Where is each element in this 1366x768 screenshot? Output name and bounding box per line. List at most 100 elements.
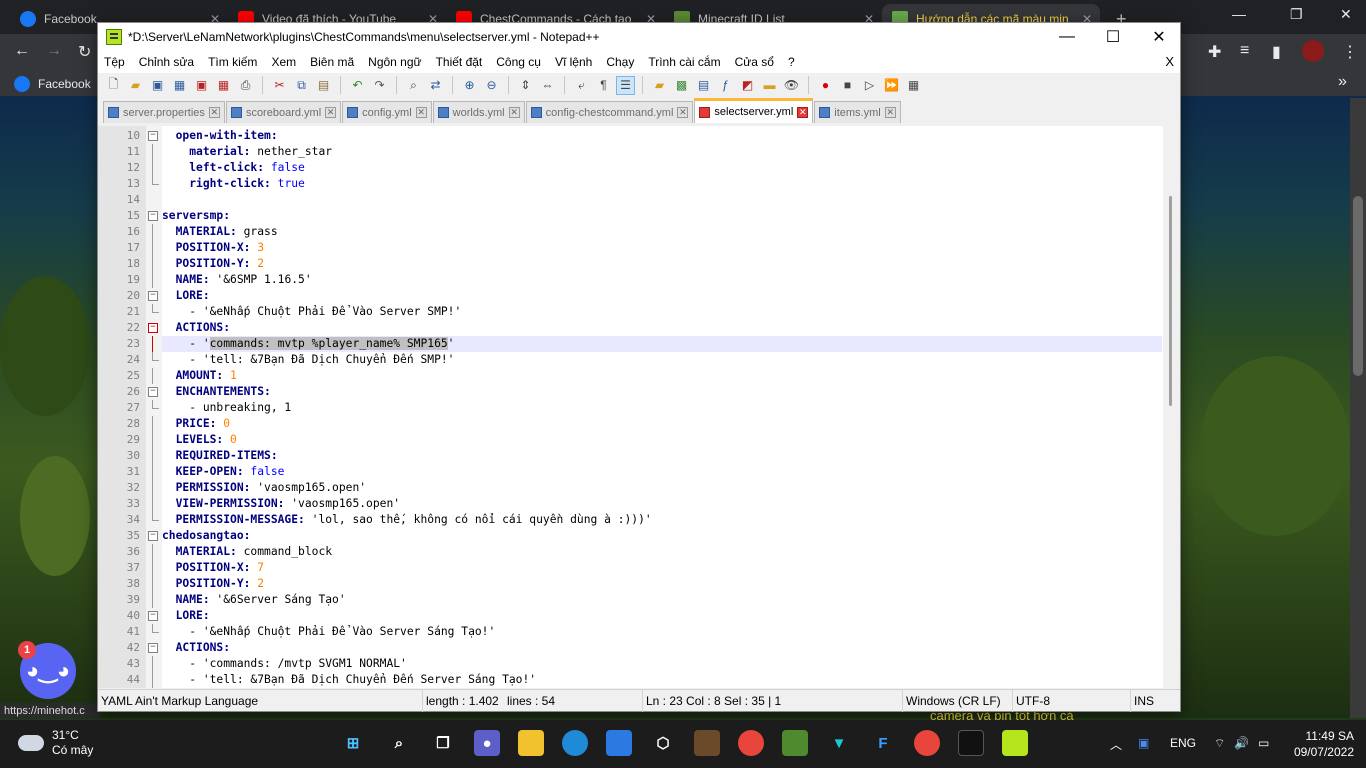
- close-button[interactable]: ✕: [1136, 23, 1182, 51]
- redo-icon[interactable]: ↷: [370, 76, 389, 95]
- close-tab-icon[interactable]: ✕: [325, 107, 337, 118]
- copy-icon[interactable]: ⧉: [292, 76, 311, 95]
- reload-icon[interactable]: ↻: [78, 42, 91, 62]
- menu-file[interactable]: Tệp: [98, 55, 133, 69]
- function-list-icon[interactable]: ƒ: [716, 76, 735, 95]
- save-all-icon[interactable]: ▦: [170, 76, 189, 95]
- edge-icon[interactable]: [562, 730, 588, 756]
- code-line[interactable]: 31 KEEP-OPEN: false: [127, 464, 1162, 480]
- find-icon[interactable]: ⌕: [404, 76, 423, 95]
- save-macro-icon[interactable]: ▦: [904, 76, 923, 95]
- code-line[interactable]: 44 - 'tell: &7Bạn Đã Dịch Chuyển Đến Ser…: [127, 672, 1162, 688]
- code-line[interactable]: 32 PERMISSION: 'vaosmp165.open': [127, 480, 1162, 496]
- zoom-in-icon[interactable]: ⊕: [460, 76, 479, 95]
- code-line[interactable]: 30 REQUIRED-ITEMS:: [127, 448, 1162, 464]
- close-icon[interactable]: ▣: [192, 76, 211, 95]
- chrome-profile-icon[interactable]: [914, 730, 940, 756]
- close-tab-icon[interactable]: ✕: [677, 107, 689, 118]
- print-icon[interactable]: ⎙: [236, 76, 255, 95]
- run-macro-multiple-icon[interactable]: ⏩: [882, 76, 901, 95]
- vpn-icon[interactable]: ▼: [826, 730, 852, 756]
- folder-workspace-icon[interactable]: ◩: [738, 76, 757, 95]
- menu-language[interactable]: Ngôn ngữ: [362, 55, 429, 69]
- clock[interactable]: 11:49 SA 09/07/2022: [1294, 728, 1354, 760]
- stop-recording-icon[interactable]: ■: [838, 76, 857, 95]
- code-line[interactable]: 21 - '&eNhấp Chuột Phải Để Vào Server SM…: [127, 304, 1162, 320]
- fold-toggle-icon[interactable]: −: [148, 323, 158, 333]
- code-line[interactable]: 17 POSITION-X: 3: [127, 240, 1162, 256]
- code-line[interactable]: 10− open-with-item:: [127, 128, 1162, 144]
- sync-horizontal-icon[interactable]: ⇔: [538, 76, 557, 95]
- code-line[interactable]: 18 POSITION-Y: 2: [127, 256, 1162, 272]
- document-list-icon[interactable]: ▤: [694, 76, 713, 95]
- teams-chat-icon[interactable]: ●: [474, 730, 500, 756]
- code-line[interactable]: 33 VIEW-PERMISSION: 'vaosmp165.open': [127, 496, 1162, 512]
- close-all-icon[interactable]: ▦: [214, 76, 233, 95]
- document-tab[interactable]: items.yml ✕: [814, 101, 901, 123]
- code-line[interactable]: 40− LORE:: [127, 608, 1162, 624]
- minimize-icon[interactable]: —: [1232, 6, 1246, 22]
- document-tab[interactable]: scoreboard.yml ✕: [225, 101, 342, 123]
- terminal-icon[interactable]: [958, 730, 984, 756]
- f-app-icon[interactable]: F: [870, 730, 896, 756]
- volume-icon[interactable]: 🔊: [1234, 736, 1249, 750]
- code-line[interactable]: 28 PRICE: 0: [127, 416, 1162, 432]
- code-line[interactable]: 35− chedosangtao:: [127, 528, 1162, 544]
- code-line[interactable]: 36 MATERIAL: command_block: [127, 544, 1162, 560]
- back-icon[interactable]: ←: [14, 42, 30, 60]
- fold-toggle-icon[interactable]: −: [148, 387, 158, 397]
- file-explorer-icon[interactable]: [518, 730, 544, 756]
- menu-search[interactable]: Tìm kiếm: [202, 55, 265, 69]
- media-icon[interactable]: ≡: [1240, 42, 1249, 60]
- scrollbar-thumb[interactable]: [1169, 196, 1172, 406]
- zoom-out-icon[interactable]: ⊖: [482, 76, 501, 95]
- show-all-chars-icon[interactable]: ¶: [594, 76, 613, 95]
- code-line[interactable]: 15− serversmp:: [127, 208, 1162, 224]
- fold-toggle-icon[interactable]: −: [148, 611, 158, 621]
- code-line[interactable]: 27 - unbreaking, 1: [127, 400, 1162, 416]
- fold-toggle-icon[interactable]: −: [148, 643, 158, 653]
- code-line[interactable]: 42− ACTIONS:: [127, 640, 1162, 656]
- fold-toggle-icon[interactable]: −: [148, 531, 158, 541]
- code-line[interactable]: 43 - 'commands: /mvtp SVGM1 NORMAL': [127, 656, 1162, 672]
- weather-widget[interactable]: 31°C Có mây: [18, 728, 93, 758]
- user-defined-language-icon[interactable]: ▰: [650, 76, 669, 95]
- code-line[interactable]: 13 right-click: true: [127, 176, 1162, 192]
- document-tab-active[interactable]: selectserver.yml ✕: [694, 98, 814, 123]
- extensions-icon[interactable]: ✚: [1208, 42, 1221, 62]
- close-tab-icon[interactable]: ✕: [884, 107, 896, 118]
- code-line[interactable]: 41 - '&eNhấp Chuột Phải Để Vào Server Sá…: [127, 624, 1162, 640]
- record-macro-icon[interactable]: ●: [816, 76, 835, 95]
- close-document-button[interactable]: X: [1165, 54, 1174, 69]
- input-method-icon[interactable]: ▣: [1138, 736, 1149, 750]
- save-icon[interactable]: ▣: [148, 76, 167, 95]
- code-line[interactable]: 23 - 'commands: mvtp %player_name% SMP16…: [127, 336, 1162, 352]
- play-macro-icon[interactable]: ▷: [860, 76, 879, 95]
- menu-tools[interactable]: Công cụ: [490, 55, 549, 69]
- code-line[interactable]: 16 MATERIAL: grass: [127, 224, 1162, 240]
- wifi-icon[interactable]: ⌔: [1214, 736, 1225, 751]
- code-lines[interactable]: 10− open-with-item: 11 material: nether_s…: [127, 128, 1162, 688]
- code-line[interactable]: 37 POSITION-X: 7: [127, 560, 1162, 576]
- menu-encoding[interactable]: Biên mã: [304, 55, 362, 69]
- start-icon[interactable]: ⊞: [340, 730, 366, 756]
- close-tab-icon[interactable]: ✕: [797, 106, 809, 118]
- minecraft-icon[interactable]: [694, 730, 720, 756]
- document-tab[interactable]: config-chestcommand.yml ✕: [525, 101, 694, 123]
- replace-icon[interactable]: ⇄: [426, 76, 445, 95]
- minecraft-launcher-icon[interactable]: [782, 730, 808, 756]
- close-icon[interactable]: ✕: [1340, 6, 1352, 23]
- code-line[interactable]: 38 POSITION-Y: 2: [127, 576, 1162, 592]
- menu-macro[interactable]: Vĩ lệnh: [549, 55, 600, 69]
- menu-edit[interactable]: Chỉnh sửa: [133, 55, 202, 69]
- notepad-plus-plus-icon[interactable]: [1002, 730, 1028, 756]
- undo-icon[interactable]: ↶: [348, 76, 367, 95]
- fold-toggle-icon[interactable]: −: [148, 211, 158, 221]
- language-indicator[interactable]: ENG: [1170, 736, 1196, 750]
- code-line[interactable]: 24 - 'tell: &7Bạn Đã Dịch Chuyển Đến SMP…: [127, 352, 1162, 368]
- minimize-button[interactable]: —: [1044, 23, 1090, 51]
- code-line[interactable]: 26− ENCHANTEMENTS:: [127, 384, 1162, 400]
- open-file-icon[interactable]: ▰: [126, 76, 145, 95]
- close-tab-icon[interactable]: ✕: [415, 107, 427, 118]
- chevron-up-icon[interactable]: ︿: [1110, 736, 1122, 753]
